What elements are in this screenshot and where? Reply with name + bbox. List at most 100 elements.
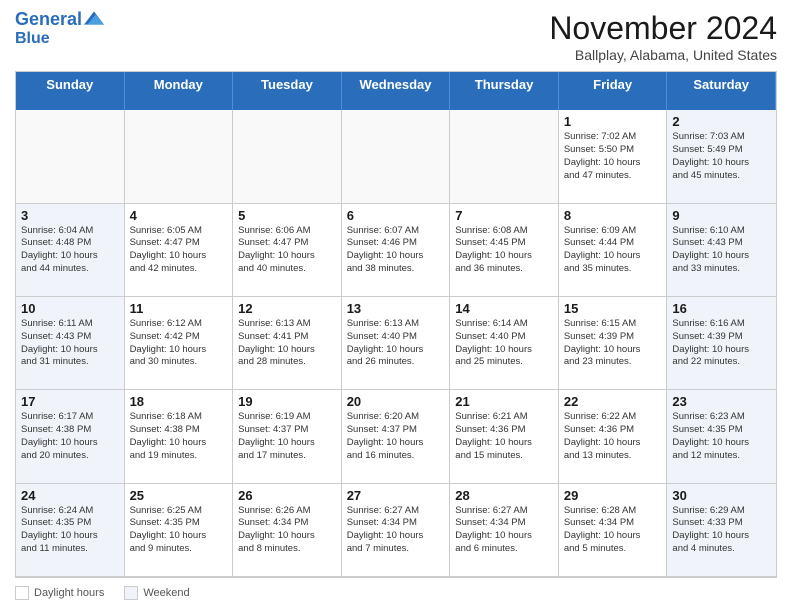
day-number: 11 [130, 301, 228, 316]
day-cell-6: 6 Sunrise: 6:07 AM Sunset: 4:46 PM Daylig… [342, 204, 451, 297]
day-info: Sunrise: 6:21 AM Sunset: 4:36 PM Dayligh… [455, 411, 553, 462]
day-cell-30: 30 Sunrise: 6:29 AM Sunset: 4:33 PM Dayli… [667, 484, 776, 577]
legend-box-white [15, 586, 29, 600]
day-number: 18 [130, 394, 228, 409]
day-cell-23: 23Sunrise: 6:23 AM Sunset: 4:35 PM Dayli… [667, 390, 776, 483]
day-number: 22 [564, 394, 662, 409]
day-info: Sunrise: 7:03 AM Sunset: 5:49 PM Dayligh… [672, 131, 771, 182]
day-cell-17: 17Sunrise: 6:17 AM Sunset: 4:38 PM Dayli… [16, 390, 125, 483]
day-info: Sunrise: 6:04 AM Sunset: 4:48 PM Dayligh… [21, 225, 119, 276]
day-number: 2 [672, 114, 771, 129]
weekend-label: Weekend [143, 587, 189, 599]
day-cell-11: 11 Sunrise: 6:12 AM Sunset: 4:42 PM Dayli… [125, 297, 234, 390]
day-info: Sunrise: 6:13 AM Sunset: 4:41 PM Dayligh… [238, 318, 336, 369]
day-number: 20 [347, 394, 445, 409]
day-info: Sunrise: 6:13 AM Sunset: 4:40 PM Dayligh… [347, 318, 445, 369]
day-cell-empty [342, 110, 451, 203]
day-cell-16: 16 Sunrise: 6:16 AM Sunset: 4:39 PM Dayli… [667, 297, 776, 390]
day-info: Sunrise: 6:26 AM Sunset: 4:34 PM Dayligh… [238, 505, 336, 556]
day-info: Sunrise: 6:10 AM Sunset: 4:43 PM Dayligh… [672, 225, 771, 276]
day-info: Sunrise: 6:29 AM Sunset: 4:33 PM Dayligh… [672, 505, 771, 556]
day-cell-19: 19 Sunrise: 6:19 AM Sunset: 4:37 PM Dayli… [233, 390, 342, 483]
day-number: 10 [21, 301, 119, 316]
day-cell-12: 12 Sunrise: 6:13 AM Sunset: 4:41 PM Dayli… [233, 297, 342, 390]
day-info: Sunrise: 6:08 AM Sunset: 4:45 PM Dayligh… [455, 225, 553, 276]
logo-text-line2: Blue [15, 30, 104, 48]
day-number: 6 [347, 208, 445, 223]
location: Ballplay, Alabama, United States [549, 47, 777, 63]
day-number: 7 [455, 208, 553, 223]
day-number: 24 [21, 488, 119, 503]
daylight-hours-label: Daylight hours [34, 587, 104, 599]
day-info: Sunrise: 6:25 AM Sunset: 4:35 PM Dayligh… [130, 505, 228, 556]
day-info: Sunrise: 6:06 AM Sunset: 4:47 PM Dayligh… [238, 225, 336, 276]
day-number: 3 [21, 208, 119, 223]
day-info: Sunrise: 6:15 AM Sunset: 4:39 PM Dayligh… [564, 318, 662, 369]
day-cell-2: 2 Sunrise: 7:03 AM Sunset: 5:49 PM Daylig… [667, 110, 776, 203]
day-number: 4 [130, 208, 228, 223]
day-info: Sunrise: 6:24 AM Sunset: 4:35 PM Dayligh… [21, 505, 119, 556]
day-number: 16 [672, 301, 771, 316]
day-cell-28: 28 Sunrise: 6:27 AM Sunset: 4:34 PM Dayli… [450, 484, 559, 577]
day-number: 14 [455, 301, 553, 316]
title-section: November 2024 Ballplay, Alabama, United … [549, 10, 777, 63]
day-header-saturday: Saturday [667, 72, 776, 110]
day-cell-4: 4 Sunrise: 6:05 AM Sunset: 4:47 PM Daylig… [125, 204, 234, 297]
day-info: Sunrise: 6:27 AM Sunset: 4:34 PM Dayligh… [455, 505, 553, 556]
day-cell-7: 7 Sunrise: 6:08 AM Sunset: 4:45 PM Daylig… [450, 204, 559, 297]
footer: Daylight hours Weekend [15, 584, 777, 602]
day-cell-5: 5 Sunrise: 6:06 AM Sunset: 4:47 PM Daylig… [233, 204, 342, 297]
calendar: SundayMondayTuesdayWednesdayThursdayFrid… [15, 71, 777, 578]
day-cell-empty [233, 110, 342, 203]
day-info: Sunrise: 6:27 AM Sunset: 4:34 PM Dayligh… [347, 505, 445, 556]
logo: General Blue [15, 10, 104, 48]
legend-box-shaded [124, 586, 138, 600]
day-number: 1 [564, 114, 662, 129]
day-cell-empty [125, 110, 234, 203]
day-cell-13: 13 Sunrise: 6:13 AM Sunset: 4:40 PM Dayli… [342, 297, 451, 390]
day-number: 17 [21, 394, 119, 409]
day-header-sunday: Sunday [16, 72, 125, 110]
day-cell-29: 29Sunrise: 6:28 AM Sunset: 4:34 PM Dayli… [559, 484, 668, 577]
day-info: Sunrise: 6:16 AM Sunset: 4:39 PM Dayligh… [672, 318, 771, 369]
day-cell-26: 26 Sunrise: 6:26 AM Sunset: 4:34 PM Dayli… [233, 484, 342, 577]
day-number: 9 [672, 208, 771, 223]
day-info: Sunrise: 6:23 AM Sunset: 4:35 PM Dayligh… [672, 411, 771, 462]
logo-text-line1: General [15, 10, 82, 30]
month-title: November 2024 [549, 10, 777, 47]
day-number: 26 [238, 488, 336, 503]
calendar-grid: SundayMondayTuesdayWednesdayThursdayFrid… [15, 71, 777, 578]
header: General Blue November 2024 Ballplay, Ala… [15, 10, 777, 63]
day-number: 30 [672, 488, 771, 503]
day-cell-21: 21 Sunrise: 6:21 AM Sunset: 4:36 PM Dayli… [450, 390, 559, 483]
day-cell-1: 1 Sunrise: 7:02 AM Sunset: 5:50 PM Daylig… [559, 110, 668, 203]
page: General Blue November 2024 Ballplay, Ala… [0, 0, 792, 612]
day-cell-18: 18 Sunrise: 6:18 AM Sunset: 4:38 PM Dayli… [125, 390, 234, 483]
day-cell-9: 9 Sunrise: 6:10 AM Sunset: 4:43 PM Daylig… [667, 204, 776, 297]
day-cell-empty [450, 110, 559, 203]
day-number: 28 [455, 488, 553, 503]
day-info: Sunrise: 6:12 AM Sunset: 4:42 PM Dayligh… [130, 318, 228, 369]
day-info: Sunrise: 6:22 AM Sunset: 4:36 PM Dayligh… [564, 411, 662, 462]
day-number: 21 [455, 394, 553, 409]
day-number: 29 [564, 488, 662, 503]
day-number: 12 [238, 301, 336, 316]
day-info: Sunrise: 6:18 AM Sunset: 4:38 PM Dayligh… [130, 411, 228, 462]
logo-icon [84, 8, 104, 28]
day-cell-24: 24 Sunrise: 6:24 AM Sunset: 4:35 PM Dayli… [16, 484, 125, 577]
day-header-tuesday: Tuesday [233, 72, 342, 110]
day-cell-27: 27Sunrise: 6:27 AM Sunset: 4:34 PM Dayli… [342, 484, 451, 577]
day-cell-14: 14 Sunrise: 6:14 AM Sunset: 4:40 PM Dayli… [450, 297, 559, 390]
day-info: Sunrise: 6:05 AM Sunset: 4:47 PM Dayligh… [130, 225, 228, 276]
day-number: 19 [238, 394, 336, 409]
day-number: 5 [238, 208, 336, 223]
day-number: 13 [347, 301, 445, 316]
day-info: Sunrise: 6:07 AM Sunset: 4:46 PM Dayligh… [347, 225, 445, 276]
day-info: Sunrise: 6:14 AM Sunset: 4:40 PM Dayligh… [455, 318, 553, 369]
day-cell-3: 3 Sunrise: 6:04 AM Sunset: 4:48 PM Daylig… [16, 204, 125, 297]
day-number: 8 [564, 208, 662, 223]
day-info: Sunrise: 6:19 AM Sunset: 4:37 PM Dayligh… [238, 411, 336, 462]
day-number: 15 [564, 301, 662, 316]
day-info: Sunrise: 6:09 AM Sunset: 4:44 PM Dayligh… [564, 225, 662, 276]
day-info: Sunrise: 7:02 AM Sunset: 5:50 PM Dayligh… [564, 131, 662, 182]
